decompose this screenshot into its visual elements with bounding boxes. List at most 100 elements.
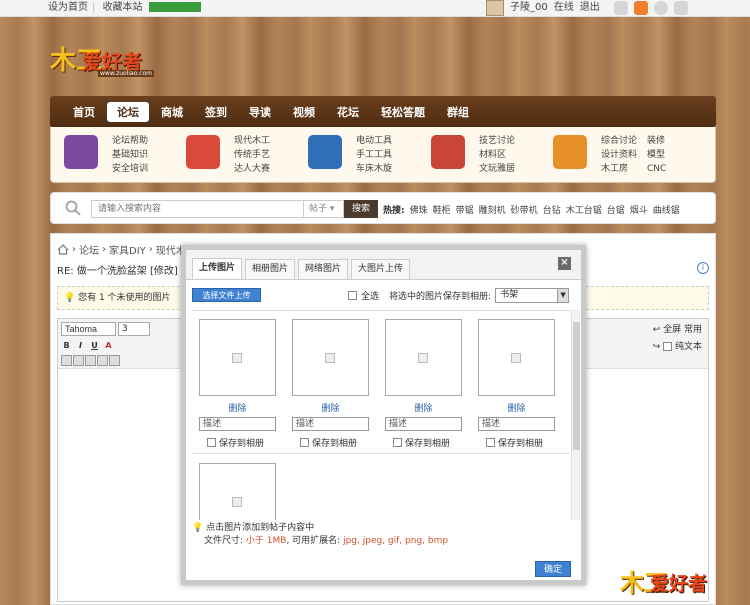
username[interactable]: 子陵_00 (510, 0, 548, 16)
nav-item[interactable]: 群组 (437, 102, 479, 122)
hot-search-link[interactable]: 台钻 (543, 203, 561, 216)
font-size-select[interactable]: 3 (118, 322, 150, 336)
sub-nav-link[interactable]: 达人大赛 (234, 163, 270, 176)
bookmark-link[interactable]: 收藏本站 (103, 2, 143, 13)
sub-nav-link[interactable]: 现代木工 (234, 135, 270, 148)
description-input[interactable]: 描述 (478, 417, 555, 431)
nav-item[interactable]: 轻松答题 (371, 102, 435, 122)
hot-search-link[interactable]: 烟斗 (630, 203, 648, 216)
image-thumbnail[interactable] (385, 319, 462, 396)
save-to-album-checkbox[interactable] (300, 438, 309, 447)
delete-link[interactable]: 删除 (199, 401, 276, 414)
logout-link[interactable]: 退出 (580, 0, 600, 16)
nav-item[interactable]: 论坛 (107, 101, 149, 122)
save-to-album-checkbox[interactable] (207, 438, 216, 447)
info-icon[interactable]: i (697, 262, 709, 274)
image-placeholder-icon[interactable] (73, 355, 84, 366)
close-icon[interactable]: × (558, 257, 571, 270)
site-logo[interactable]: 木工 爱好者 www.zuoliao.com (50, 40, 162, 78)
scrollbar[interactable] (571, 310, 580, 520)
dialog-tab[interactable]: 网络图片 (298, 259, 349, 279)
sub-nav-link[interactable]: 技艺讨论 (479, 135, 515, 148)
search-input[interactable] (92, 201, 292, 217)
dialog-tab[interactable]: 相册图片 (245, 259, 296, 279)
underline-button[interactable]: U (89, 340, 100, 351)
dialog-tab[interactable]: 大图片上传 (351, 259, 411, 279)
plaintext-toggle[interactable]: ↪ 纯文本 (653, 339, 702, 352)
image-placeholder-icon[interactable] (97, 355, 108, 366)
image-thumbnail[interactable] (199, 463, 276, 520)
nav-item[interactable]: 视频 (283, 102, 325, 122)
nav-item[interactable]: 导读 (239, 102, 281, 122)
sub-nav-link[interactable]: 设计资料 (601, 149, 637, 162)
description-input[interactable]: 描述 (199, 417, 276, 431)
category-icon[interactable] (431, 135, 465, 169)
delete-link[interactable]: 删除 (385, 401, 462, 414)
sub-nav-link[interactable]: 模型 (647, 149, 666, 162)
user-icon[interactable] (613, 1, 628, 15)
category-icon[interactable] (553, 135, 587, 169)
sub-nav-link[interactable]: 电动工具 (356, 135, 392, 148)
select-all-checkbox[interactable] (348, 291, 357, 300)
image-thumbnail[interactable] (478, 319, 555, 396)
hot-search-link[interactable]: 鞋柜 (433, 203, 451, 216)
sub-nav-link[interactable]: CNC (647, 163, 666, 176)
font-select[interactable]: Tahoma (61, 322, 116, 336)
hot-search-link[interactable]: 木工台锯 (566, 203, 602, 216)
image-placeholder-icon[interactable] (61, 355, 72, 366)
sub-nav-link[interactable]: 装修 (647, 135, 666, 148)
delete-link[interactable]: 删除 (292, 401, 369, 414)
hot-search-link[interactable]: 曲线锯 (653, 203, 680, 216)
mail-icon[interactable] (633, 1, 648, 15)
image-thumbnail[interactable] (292, 319, 369, 396)
home-icon[interactable] (57, 244, 69, 255)
set-homepage-link[interactable]: 设为首页 (48, 2, 88, 13)
description-input[interactable]: 描述 (292, 417, 369, 431)
sub-nav-link[interactable]: 文玩雅居 (479, 163, 515, 176)
image-thumbnail[interactable] (199, 319, 276, 396)
avatar[interactable] (486, 0, 504, 16)
category-icon[interactable] (186, 135, 220, 169)
save-to-album-option[interactable]: 保存到相册 (385, 436, 462, 449)
sub-nav-link[interactable]: 车床木旋 (356, 163, 392, 176)
scrollbar-thumb[interactable] (573, 322, 580, 450)
breadcrumb-link[interactable]: 论坛 (79, 242, 99, 257)
sub-nav-link[interactable]: 木工房 (601, 163, 637, 176)
hot-search-link[interactable]: 佛珠 (410, 203, 428, 216)
italic-button[interactable]: I (75, 340, 86, 351)
hot-search-link[interactable]: 台锯 (607, 203, 625, 216)
sub-nav-link[interactable]: 论坛帮助 (112, 135, 148, 148)
nav-item[interactable]: 商城 (151, 102, 193, 122)
save-to-album-option[interactable]: 保存到相册 (292, 436, 369, 449)
category-icon[interactable] (308, 135, 342, 169)
delete-link[interactable]: 删除 (478, 401, 555, 414)
sub-nav-link[interactable]: 手工工具 (356, 149, 392, 162)
sub-nav-link[interactable]: 安全培训 (112, 163, 148, 176)
save-to-album-checkbox[interactable] (486, 438, 495, 447)
hot-search-link[interactable]: 砂带机 (511, 203, 538, 216)
sub-nav-link[interactable]: 基础知识 (112, 149, 148, 162)
move-icon[interactable] (673, 1, 688, 15)
search-button[interactable]: 搜索 (344, 200, 378, 218)
nav-item[interactable]: 签到 (195, 102, 237, 122)
album-select[interactable]: 书架 ▼ (495, 288, 570, 303)
bold-button[interactable]: B (61, 340, 72, 351)
hot-search-link[interactable]: 带锯 (456, 203, 474, 216)
image-placeholder-icon[interactable] (109, 355, 120, 366)
sub-nav-link[interactable]: 传统手艺 (234, 149, 270, 162)
image-placeholder-icon[interactable] (85, 355, 96, 366)
nav-item[interactable]: 花坛 (327, 102, 369, 122)
select-file-button[interactable]: 选择文件上传 (192, 288, 261, 302)
breadcrumb-link[interactable]: 家具DIY (109, 242, 146, 257)
fullscreen-toggle[interactable]: ↩ 全屏 常用 (653, 322, 702, 335)
save-to-album-option[interactable]: 保存到相册 (478, 436, 555, 449)
confirm-button[interactable]: 确定 (535, 561, 571, 577)
text-color-button[interactable]: A (103, 340, 114, 351)
search-type-select[interactable]: 帖子 ▾ (303, 200, 344, 218)
hot-search-link[interactable]: 雕刻机 (479, 203, 506, 216)
footer-logo[interactable]: 木工 爱好者 (620, 563, 742, 601)
category-icon[interactable] (64, 135, 98, 169)
dialog-tab[interactable]: 上传图片 (192, 258, 243, 279)
sub-nav-link[interactable]: 综合讨论 (601, 135, 637, 148)
save-to-album-option[interactable]: 保存到相册 (199, 436, 276, 449)
